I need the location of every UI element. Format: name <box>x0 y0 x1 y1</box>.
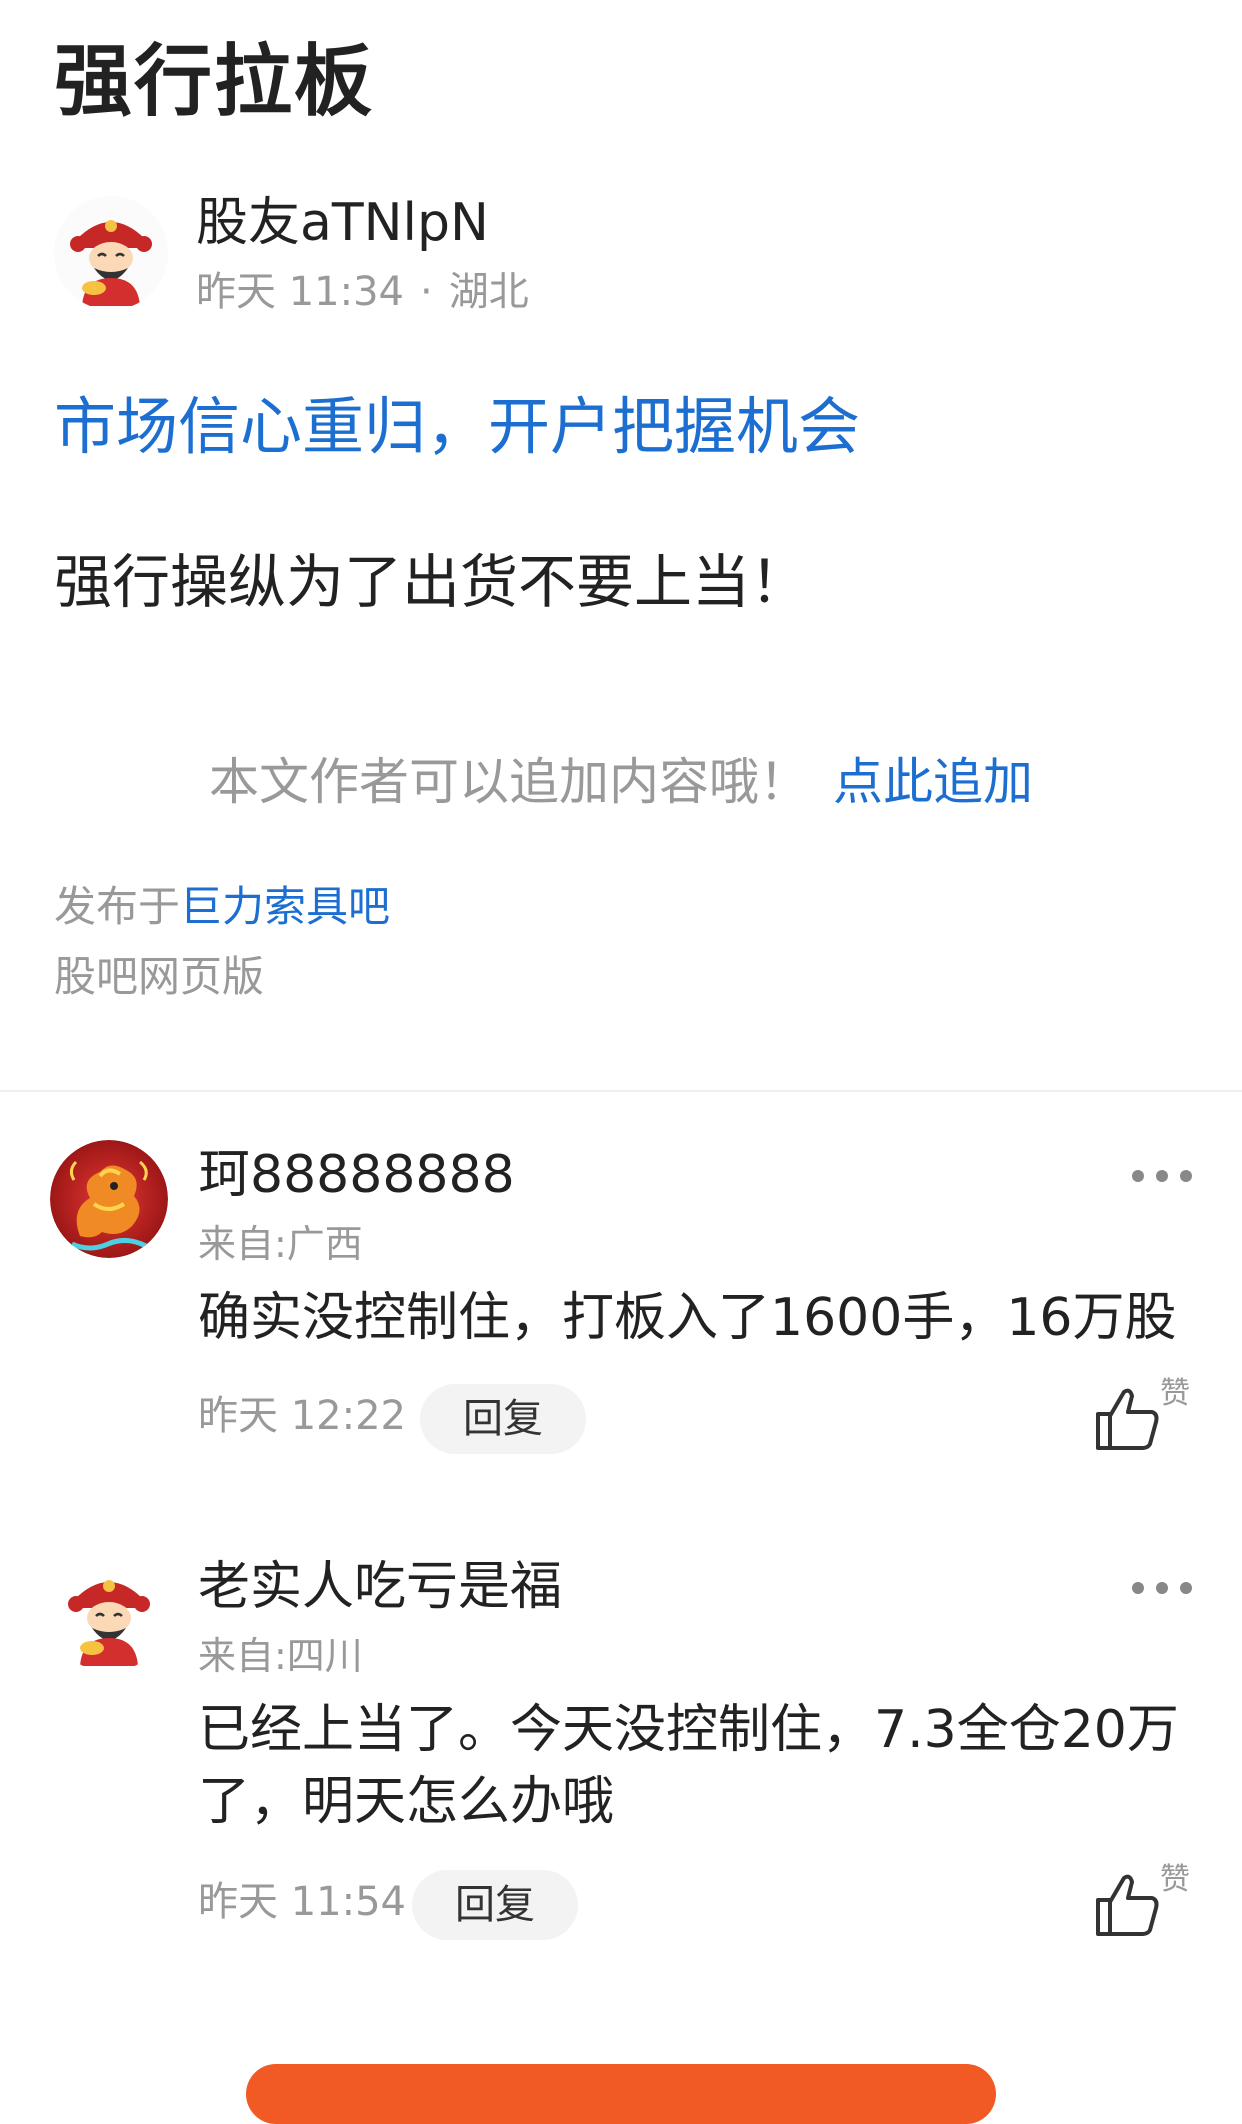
comment-location: 来自:广西 <box>198 1222 363 1266</box>
fortune-god-avatar-icon <box>54 196 168 310</box>
like-label: 赞 <box>1160 1862 1190 1897</box>
more-options-icon[interactable] <box>1130 1166 1194 1186</box>
post-location: 湖北 <box>448 269 529 315</box>
reply-button[interactable]: 回复 <box>420 1384 586 1454</box>
post-time: 昨天 11:34 <box>196 269 404 315</box>
dragon-avatar-icon <box>50 1140 168 1258</box>
comment-time: 昨天 11:54 <box>198 1879 406 1925</box>
comment-text: 已经上当了。今天没控制住，7.3全仓20万了，明天怎么办哦 <box>198 1700 1179 1832</box>
like-thumb-icon[interactable] <box>1092 1870 1162 1940</box>
like-thumb-icon[interactable] <box>1092 1384 1162 1454</box>
comment-author-name[interactable]: 老实人吃亏是福 <box>198 1556 562 1618</box>
reply-button[interactable]: 回复 <box>412 1870 578 1940</box>
bottom-action-button[interactable] <box>246 2064 996 2124</box>
fortune-god-avatar-icon <box>50 1554 168 1672</box>
forum-link[interactable]: 巨力索具吧 <box>180 882 390 931</box>
append-note: 本文作者可以追加内容哦！ 点此追加 <box>0 752 1242 812</box>
web-version-label: 股吧网页版 <box>54 952 265 1001</box>
published-in: 发布于巨力索具吧 <box>54 882 390 932</box>
comment-time: 昨天 12:22 <box>198 1393 406 1439</box>
post-title: 强行拉板 <box>54 37 375 127</box>
like-label: 赞 <box>1160 1376 1190 1411</box>
comment-author-name[interactable]: 珂88888888 <box>198 1144 515 1206</box>
promo-link[interactable]: 市场信心重归，开户把握机会 <box>54 390 860 464</box>
section-divider <box>0 1090 1242 1092</box>
author-meta: 昨天 11:34 · 湖北 <box>196 268 529 316</box>
comment-avatar[interactable] <box>50 1554 168 1672</box>
comment-location: 来自:四川 <box>198 1634 363 1678</box>
published-prefix: 发布于 <box>54 882 181 931</box>
author-name[interactable]: 股友aTNlpN <box>196 192 489 254</box>
append-link[interactable]: 点此追加 <box>833 753 1033 811</box>
more-options-icon[interactable] <box>1130 1578 1194 1598</box>
comment-avatar[interactable] <box>50 1140 168 1258</box>
meta-separator: · <box>420 269 433 315</box>
post-body: 强行操纵为了出货不要上当！ <box>54 548 809 616</box>
author-avatar[interactable] <box>54 196 168 310</box>
comment-text: 确实没控制住，打板入了1600手，16万股 <box>198 1288 1177 1348</box>
append-note-text: 本文作者可以追加内容哦！ <box>209 753 809 811</box>
